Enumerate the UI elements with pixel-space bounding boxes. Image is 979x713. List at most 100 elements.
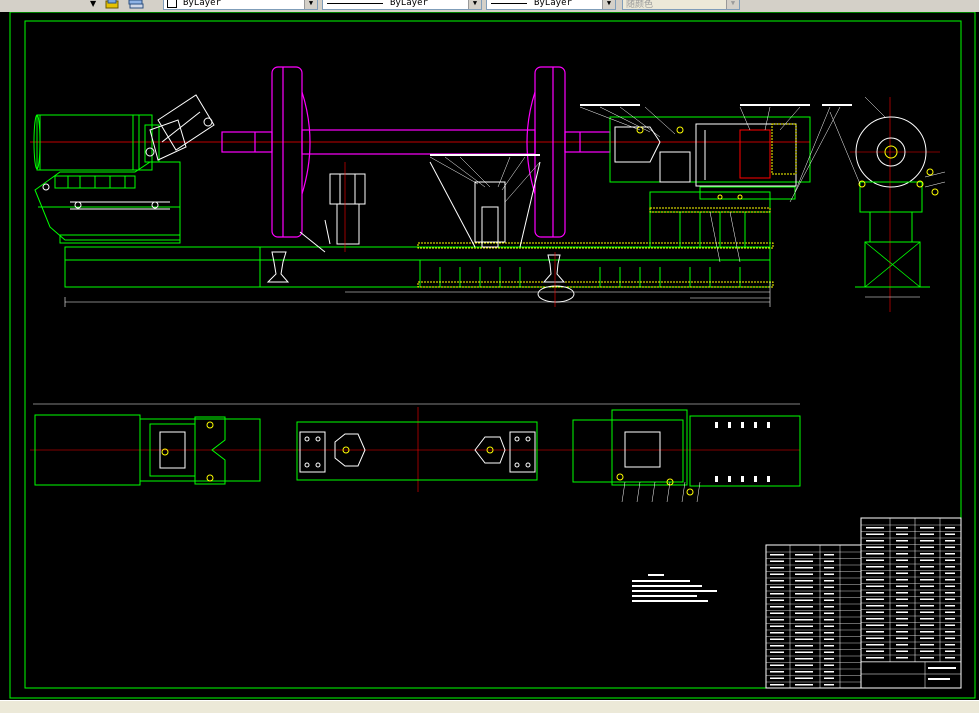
bom-rule [770,638,784,640]
bom-rule [795,612,813,614]
bom-rule [866,637,884,639]
bom-rule [945,605,955,607]
bom-rule [945,644,955,646]
bom-rule [920,650,934,652]
lineweight-combo-value: ByLayer [534,0,572,8]
bom-rule [770,632,784,634]
bom-rule [795,645,813,647]
color-combo[interactable]: ByLayer ▼ [163,0,318,10]
chevron-down-icon[interactable]: ▼ [304,0,317,9]
bom-rule [866,592,884,594]
dropdown-arrow-icon[interactable]: ▼ [90,0,96,10]
status-bar [0,700,979,713]
color-combo-value: ByLayer [183,0,221,8]
color-swatch-icon [167,0,177,8]
bom-rule [866,624,884,626]
bom-rule [824,645,834,647]
bom-rule [945,657,955,659]
bom-rule [770,599,784,601]
bom-rule [795,573,813,575]
layer-states-icon[interactable] [128,0,144,10]
bom-rule [920,572,934,574]
bom-rule [920,559,934,561]
bom-rule [795,664,813,666]
bom-rule [945,540,955,542]
bom-rule [795,619,813,621]
lineweight-sample-icon [491,2,527,4]
bom-table-rows [766,524,961,686]
bom-rule [795,658,813,660]
bom-rule [824,560,834,562]
bom-rule [896,611,908,613]
bom-rule [795,554,813,556]
bom-rule [824,599,834,601]
bom-rule [866,631,884,633]
bom-rule [920,637,934,639]
bom-rule [795,638,813,640]
bom-rule [928,667,956,669]
bom-rule [866,657,884,659]
bom-rule [824,606,834,608]
bom-rule [920,579,934,581]
plan-view [30,403,801,503]
bom-rule [770,560,784,562]
bom-rule [920,527,934,529]
bom-rule [770,671,784,673]
bom-rule [920,631,934,633]
plotstyle-combo: 随颜色 ▼ [622,0,740,10]
bom-rule [920,605,934,607]
bom-rule [896,585,908,587]
bom-rule [866,527,884,529]
bom-rule [824,612,834,614]
bom-rule [920,585,934,587]
bom-rule [770,645,784,647]
bom-rule [896,624,908,626]
chevron-down-icon[interactable]: ▼ [468,0,481,9]
front-elevation-view [30,66,852,307]
bom-rule [945,611,955,613]
drawing-canvas[interactable] [0,11,979,700]
bom-rule [866,585,884,587]
linetype-combo[interactable]: ByLayer ▼ [322,0,482,10]
bom-rule [824,586,834,588]
bom-rule [896,637,908,639]
bom-rule [920,624,934,626]
bom-rule [795,684,813,686]
bom-rule [920,657,934,659]
bom-rule [896,533,908,535]
bom-rule [945,533,955,535]
bom-rule [770,554,784,556]
bom-rule [945,624,955,626]
bom-rule [896,618,908,620]
track-bed [64,246,771,288]
layer-manager-icon[interactable] [105,0,119,10]
bom-rule [795,677,813,679]
cad-drawing [9,11,976,699]
bom-rule [824,580,834,582]
bom-rule [896,572,908,574]
rail-profile-left [266,251,290,283]
lineweight-combo[interactable]: ByLayer ▼ [486,0,616,10]
bom-rule [896,553,908,555]
bom-rule [896,559,908,561]
bom-rule [824,573,834,575]
bom-rule [770,625,784,627]
bom-rule [866,540,884,542]
linetype-sample-icon [327,2,383,4]
bom-rule [920,618,934,620]
bom-rule [770,658,784,660]
bom-rule [896,527,908,529]
bom-rule [945,637,955,639]
bom-rule [896,546,908,548]
chevron-down-icon[interactable]: ▼ [602,0,615,9]
plotstyle-combo-value: 随颜色 [626,0,654,10]
bom-rule [770,606,784,608]
bom-rule [945,566,955,568]
bom-rule [945,572,955,574]
bom-rule [770,573,784,575]
bom-rule [928,678,950,680]
bom-rule [770,619,784,621]
bom-rule [945,631,955,633]
bom-rule [795,632,813,634]
clamp-mechanism [145,94,215,161]
